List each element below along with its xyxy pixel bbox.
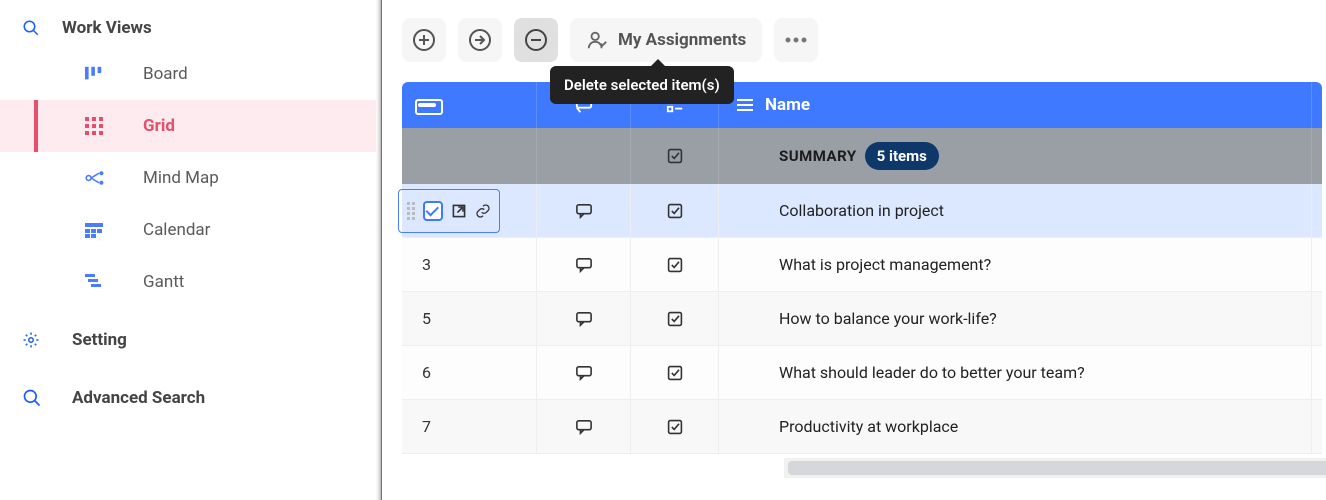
board-icon <box>85 66 143 82</box>
my-assignments-button[interactable]: My Assignments <box>570 18 762 62</box>
grid-table: Name SUMMARY 5 items <box>402 82 1322 454</box>
sidebar-item-advanced-search[interactable]: Advanced Search <box>0 372 382 424</box>
grid-header: Name <box>402 82 1322 128</box>
delete-button[interactable]: Delete selected item(s) <box>514 18 558 62</box>
magnifier-icon <box>22 19 62 37</box>
sidebar: Work Views Board Grid Mind Map Calendar … <box>0 0 382 500</box>
row-number: 7 <box>422 417 431 436</box>
my-assignments-label: My Assignments <box>618 30 746 50</box>
search-icon <box>22 388 72 408</box>
table-row[interactable]: 6 What should leader do to better your t… <box>402 346 1322 400</box>
select-all-header[interactable] <box>402 82 537 128</box>
ellipsis-icon <box>785 37 807 43</box>
hamburger-icon <box>737 99 753 111</box>
sidebar-item-label: Setting <box>72 330 127 350</box>
gear-icon <box>22 331 72 349</box>
calendar-icon <box>85 221 143 239</box>
grid-summary-row: SUMMARY 5 items <box>402 128 1322 184</box>
arrow-right-circle-icon <box>468 28 492 52</box>
main-area: Delete selected item(s) My Assignments <box>382 0 1326 500</box>
sidebar-item-grid[interactable]: Grid <box>0 100 382 152</box>
check-icon[interactable] <box>667 365 683 381</box>
open-icon[interactable] <box>451 203 467 219</box>
table-row[interactable]: 7 Productivity at workplace <box>402 400 1322 454</box>
sidebar-item-label: Board <box>143 64 188 84</box>
comment-icon[interactable] <box>575 419 593 435</box>
work-views-header: Work Views <box>0 0 382 48</box>
scrollbar-thumb[interactable] <box>788 461 1326 475</box>
column-name-label: Name <box>765 95 810 115</box>
plus-circle-icon <box>412 28 436 52</box>
minus-circle-icon <box>524 28 548 52</box>
sidebar-item-label: Gantt <box>143 272 184 292</box>
check-icon[interactable] <box>667 203 683 219</box>
row-name: Collaboration in project <box>779 201 944 220</box>
table-row[interactable]: 5 How to balance your work-life? <box>402 292 1322 346</box>
work-views-label: Work Views <box>62 18 152 38</box>
check-icon[interactable] <box>667 257 683 273</box>
checkbox-icon <box>667 148 683 164</box>
comment-icon[interactable] <box>575 311 593 327</box>
table-row[interactable]: 3 What is project management? <box>402 238 1322 292</box>
gantt-icon <box>85 274 143 290</box>
sidebar-item-gantt[interactable]: Gantt <box>0 256 382 308</box>
row-name: Productivity at workplace <box>779 417 958 436</box>
toolbar: Delete selected item(s) My Assignments <box>402 18 1326 62</box>
column-header-name[interactable]: Name <box>719 82 1312 128</box>
table-row[interactable]: Collaboration in project <box>402 184 1322 238</box>
check-icon[interactable] <box>667 419 683 435</box>
comment-icon[interactable] <box>575 365 593 381</box>
select-indicator-icon <box>418 103 436 107</box>
row-checkbox[interactable] <box>423 201 443 221</box>
sidebar-item-mindmap[interactable]: Mind Map <box>0 152 382 204</box>
delete-tooltip: Delete selected item(s) <box>550 66 734 104</box>
row-name: How to balance your work-life? <box>779 309 997 328</box>
summary-count-badge: 5 items <box>865 142 939 170</box>
sidebar-item-label: Advanced Search <box>72 388 205 408</box>
move-button[interactable] <box>458 18 502 62</box>
add-button[interactable] <box>402 18 446 62</box>
sidebar-item-label: Grid <box>143 116 175 136</box>
sidebar-item-board[interactable]: Board <box>0 48 382 100</box>
comment-icon[interactable] <box>575 203 593 219</box>
row-name: What is project management? <box>779 255 991 274</box>
sidebar-item-label: Mind Map <box>143 168 219 188</box>
row-number: 5 <box>422 309 431 328</box>
sidebar-item-label: Calendar <box>143 220 210 240</box>
user-check-icon <box>586 29 608 51</box>
more-button[interactable] <box>774 18 818 62</box>
grid-icon <box>85 117 143 135</box>
row-name: What should leader do to better your tea… <box>779 363 1085 382</box>
mindmap-icon <box>85 170 143 186</box>
row-number: 6 <box>422 363 431 382</box>
check-icon[interactable] <box>667 311 683 327</box>
drag-handle-icon[interactable] <box>407 202 415 220</box>
row-number: 3 <box>422 255 431 274</box>
sidebar-item-calendar[interactable]: Calendar <box>0 204 382 256</box>
comment-icon[interactable] <box>575 257 593 273</box>
summary-label: SUMMARY <box>779 147 857 165</box>
horizontal-scrollbar[interactable] <box>784 458 1326 478</box>
sidebar-item-setting[interactable]: Setting <box>0 314 382 366</box>
row-select-controls <box>398 189 500 233</box>
link-icon[interactable] <box>475 203 491 219</box>
